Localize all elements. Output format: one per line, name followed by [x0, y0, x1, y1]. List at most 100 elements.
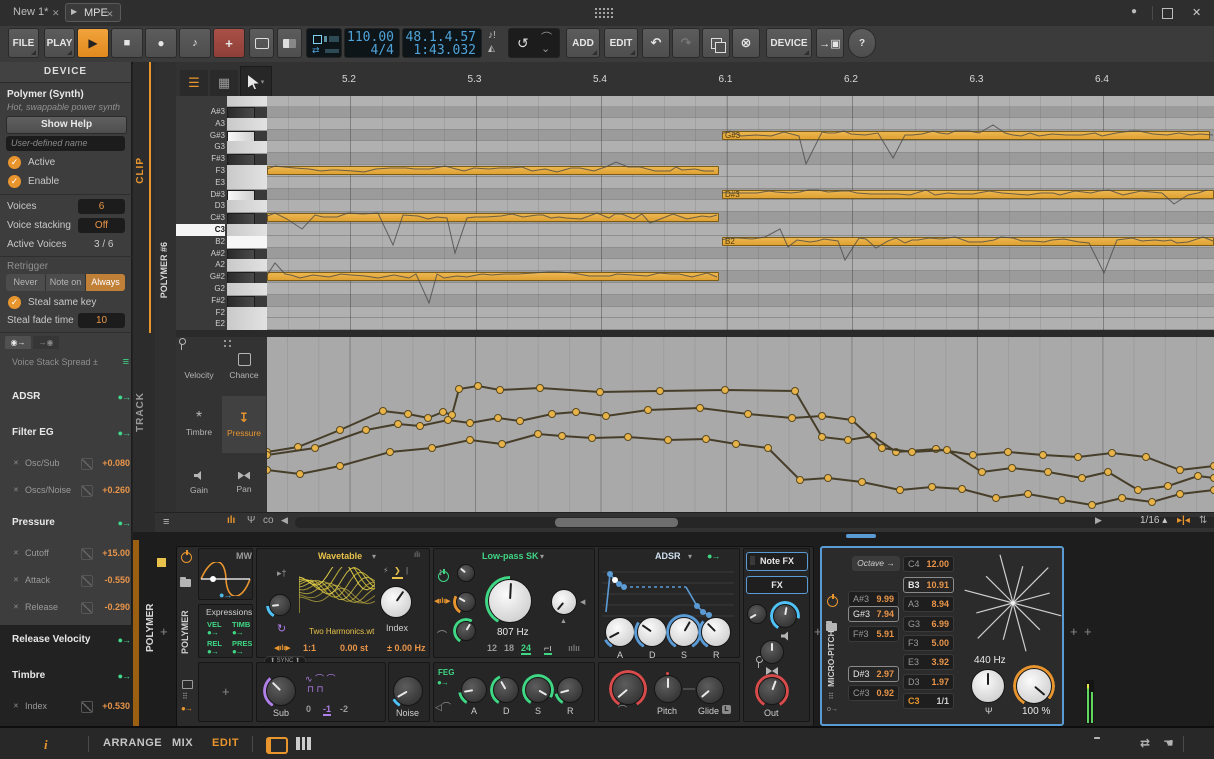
- note-D#3[interactable]: D#3: [722, 190, 1214, 199]
- pitch-value[interactable]: 1.97: [931, 675, 949, 690]
- add-device-end-button[interactable]: +: [1070, 624, 1078, 639]
- cancel-button[interactable]: ⊗: [732, 28, 760, 58]
- note-G#3[interactable]: G#3: [722, 131, 1210, 140]
- pitch-cell-C#3[interactable]: C#30.92: [848, 685, 899, 701]
- expression-button-chance[interactable]: Chance: [222, 338, 266, 395]
- index-mode-icon-2[interactable]: ❯: [394, 566, 401, 575]
- restore-icon[interactable]: [1162, 8, 1173, 19]
- piano-key-G3[interactable]: [227, 141, 267, 154]
- pitch-cell-G3[interactable]: G36.99: [903, 616, 954, 632]
- pitch-cell-A3[interactable]: A38.94: [903, 596, 954, 612]
- metronome-icon[interactable]: ◭: [488, 43, 495, 54]
- info-icon[interactable]: i: [44, 737, 48, 753]
- pitch-value[interactable]: 8.94: [931, 597, 949, 612]
- active-checkbox[interactable]: ✓: [8, 156, 21, 169]
- edit-view-button[interactable]: EDIT: [212, 737, 239, 749]
- remove-mod-icon[interactable]: ✕: [13, 576, 19, 584]
- mod-curve-icon[interactable]: [81, 458, 93, 470]
- remove-mod-icon[interactable]: ✕: [13, 549, 19, 557]
- note-C#3[interactable]: [267, 213, 719, 222]
- add-modulator-button[interactable]: +: [222, 684, 230, 699]
- add-device-track-button[interactable]: +: [160, 624, 168, 639]
- mod-curve-icon[interactable]: [81, 548, 93, 560]
- pitch-value[interactable]: 5.91: [876, 627, 894, 642]
- redo-button[interactable]: ↷: [672, 28, 700, 58]
- expression-button-pressure[interactable]: ↧Pressure: [222, 396, 266, 453]
- steal-fade-value[interactable]: 10: [78, 313, 125, 328]
- mod-amount-value[interactable]: +0.530: [102, 701, 130, 711]
- fade-out-icon[interactable]: ⌄: [541, 42, 550, 55]
- pitch-knob[interactable]: [651, 672, 685, 706]
- filter-dropdown-icon[interactable]: ▾: [540, 552, 544, 561]
- feg-d-knob[interactable]: [490, 674, 522, 706]
- play-button[interactable]: ▶: [77, 28, 109, 58]
- pitch-cell-D3[interactable]: D31.97: [903, 674, 954, 690]
- display-profile-button[interactable]: [249, 28, 274, 58]
- arrange-view-button[interactable]: ARRANGE: [103, 737, 162, 749]
- filter-shape-icon-2[interactable]: ıılıı: [568, 643, 580, 653]
- precount-icon[interactable]: ♪!: [488, 30, 496, 41]
- mod-curve-icon[interactable]: [81, 602, 93, 614]
- mod-source-adsr[interactable]: ADSR●→: [5, 391, 137, 405]
- piano-key-E3[interactable]: [227, 177, 267, 190]
- osc-retrig-icon[interactable]: ▸†: [277, 568, 287, 579]
- touch-mode-icon[interactable]: ☚: [1163, 736, 1174, 750]
- osc-offset-value[interactable]: ± 0.00 Hz: [387, 643, 425, 653]
- micropitch-device-name[interactable]: MICRO-PITCH: [826, 592, 836, 687]
- micropitch-grid-icon[interactable]: ⠿: [828, 692, 834, 701]
- wavetable-file-name[interactable]: Two Harmonics.wt: [309, 627, 374, 636]
- pitch-value[interactable]: 5.00: [931, 636, 949, 651]
- pitch-cell-C3[interactable]: C31/1: [903, 693, 954, 709]
- edit-menu-button[interactable]: EDIT: [604, 28, 638, 58]
- osc-dropdown-icon[interactable]: ▾: [372, 552, 376, 561]
- minimize-icon[interactable]: ●: [1131, 6, 1137, 17]
- mod-amount-value[interactable]: -0.290: [104, 602, 130, 612]
- mod-source-filter-eg[interactable]: Filter EG●→: [5, 427, 137, 441]
- retrigger-option-never[interactable]: Never: [6, 274, 46, 291]
- sub-octave-0[interactable]: 0: [306, 704, 311, 714]
- time-signature[interactable]: 4/4: [346, 44, 394, 58]
- filter-drive-knob[interactable]: [454, 561, 478, 585]
- mod-target-oscs-noise[interactable]: ✕Oscs/Noise+0.260: [5, 485, 137, 499]
- mod-amount-value[interactable]: +0.260: [102, 485, 130, 495]
- fx-tab[interactable]: FX: [746, 576, 808, 594]
- polymer-preset-folder-icon[interactable]: [180, 579, 191, 587]
- add-device-end-button2[interactable]: +: [1084, 624, 1092, 639]
- dual-display-button[interactable]: [277, 28, 302, 58]
- scroll-right-icon[interactable]: ▶: [1095, 515, 1102, 526]
- project-tab-close-icon[interactable]: ✕: [52, 8, 60, 19]
- transport-indicators[interactable]: ⇄: [306, 28, 342, 58]
- snap-value[interactable]: 1/16 ▴: [1140, 515, 1167, 526]
- lane-splitter[interactable]: [176, 330, 1214, 337]
- pitch-cell-F#3[interactable]: F#35.91: [848, 626, 899, 642]
- layers-icon[interactable]: ≡: [163, 516, 169, 528]
- remote-controls-icon[interactable]: [182, 680, 193, 689]
- show-help-button[interactable]: Show Help: [6, 116, 127, 134]
- pitch-cell-D#3[interactable]: D#32.97: [848, 666, 899, 682]
- polymer-device-name[interactable]: POLYMER: [180, 592, 190, 654]
- amount-knob[interactable]: [1013, 665, 1055, 707]
- focus-follow-icon[interactable]: →▣: [816, 28, 844, 58]
- wavetable-index-knob[interactable]: [377, 583, 415, 621]
- amount-value[interactable]: 100 %: [1022, 706, 1050, 717]
- pressure-expression-lane[interactable]: [267, 337, 1214, 512]
- remove-mod-icon[interactable]: ✕: [13, 603, 19, 611]
- ref-freq-knob[interactable]: [968, 666, 1008, 706]
- key-partial[interactable]: [227, 96, 267, 107]
- voice-stacking-value[interactable]: Off: [78, 218, 125, 233]
- duplicate-button[interactable]: [702, 28, 730, 58]
- automation-write-button[interactable]: ♪: [179, 28, 211, 58]
- h-scrollbar-thumb[interactable]: [555, 518, 678, 527]
- glide-knob[interactable]: [693, 673, 727, 707]
- amp-a-knob[interactable]: [602, 614, 638, 650]
- voice-volume-knob[interactable]: [770, 601, 800, 631]
- filter-freq-value[interactable]: 807 Hz: [497, 627, 529, 638]
- mapping-grid-icon[interactable]: ⠿: [182, 692, 188, 701]
- pitch-value[interactable]: 9.99: [876, 592, 894, 607]
- polymer-power-icon[interactable]: [181, 552, 192, 563]
- filter-env-amount-knob[interactable]: [453, 618, 479, 644]
- osc-phase-icon[interactable]: ↻: [277, 622, 286, 635]
- enable-checkbox[interactable]: ✓: [8, 175, 21, 188]
- note-chain-icon[interactable]: co: [263, 515, 274, 526]
- sub-octave--1[interactable]: -1: [323, 704, 331, 716]
